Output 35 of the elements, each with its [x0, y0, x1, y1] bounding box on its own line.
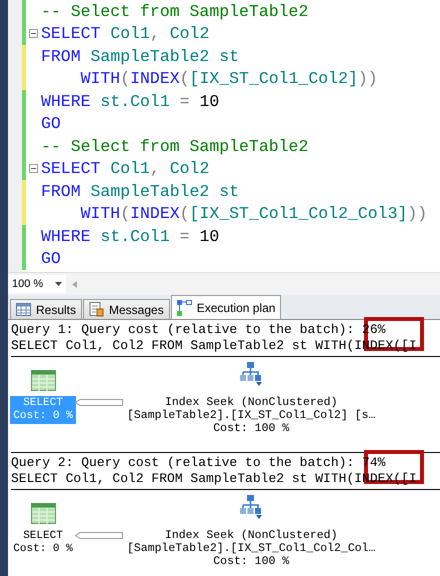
- index-seek-icon[interactable]: [239, 362, 264, 386]
- table-icon[interactable]: [30, 503, 56, 524]
- code-line: WHERE st.Col1 = 10: [41, 226, 220, 246]
- document-icon: [89, 302, 104, 317]
- caret-icon: [55, 282, 62, 286]
- index-seek-icon[interactable]: [239, 495, 264, 519]
- code-line: WHERE st.Col1 = 10: [41, 92, 220, 111]
- table-icon[interactable]: [30, 370, 56, 391]
- code-line: GO: [41, 114, 61, 134]
- tab[interactable]: Results: [10, 299, 82, 319]
- tab[interactable]: Messages: [83, 299, 170, 319]
- code-line: SELECT Col1, Col2: [41, 159, 210, 178]
- code-line: -- Select from SampleTable2: [41, 136, 308, 156]
- plan-icon: [176, 300, 192, 316]
- code-line: FROM SampleTable2 st: [41, 182, 240, 201]
- operator-object: [SampleTable2].[IX_ST_Col1_Col2_Col…: [127, 542, 376, 555]
- tab[interactable]: Execution plan: [170, 295, 282, 319]
- code-line: FROM SampleTable2 st: [41, 46, 240, 66]
- zoom-dropdown[interactable]: 100 %: [8, 275, 66, 293]
- operator-object: [SampleTable2].[IX_ST_Col1_Col2] [s…: [127, 409, 376, 422]
- flow-arrow: [75, 532, 123, 539]
- code-line: WITH(INDEX([IX_ST_Col1_Col2_Col3])): [80, 204, 428, 224]
- operator-cost: Cost: 100 %: [213, 555, 290, 568]
- code-line: WITH(INDEX([IX_ST_Col1_Col2])): [80, 69, 378, 88]
- code-line: -- Select from SampleTable2: [41, 2, 308, 21]
- operator-cost: Cost: 100 %: [213, 422, 290, 435]
- collapse-icon[interactable]: [29, 164, 38, 174]
- flow-arrow: [75, 399, 123, 406]
- code-line: SELECT Col1, Col2: [41, 24, 210, 44]
- operator-title: Index Seek (NonClustered): [164, 396, 338, 409]
- grid-icon: [16, 303, 31, 316]
- collapse-icon[interactable]: [29, 29, 38, 38]
- code-line: GO: [41, 249, 61, 268]
- operator-title: Index Seek (NonClustered): [164, 529, 338, 542]
- select-operator-label[interactable]: SELECT Cost: 0 %: [10, 529, 76, 557]
